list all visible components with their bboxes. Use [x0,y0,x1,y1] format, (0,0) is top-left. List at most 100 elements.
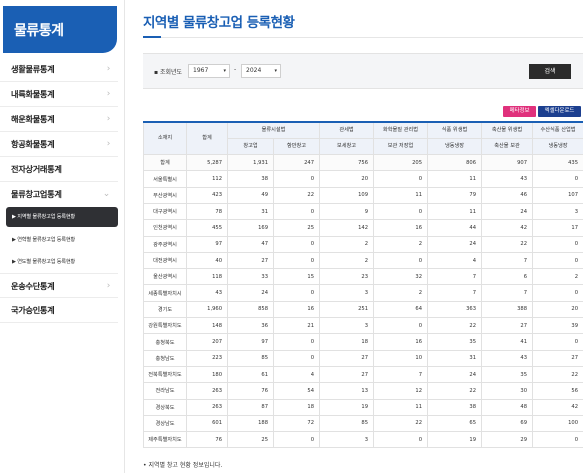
sidebar-item-label: 전자상거래통계 [11,164,62,174]
year-from-select[interactable]: 1967 ▾ [188,64,230,78]
sidebar-item-living-logistics[interactable]: 생활물류통계 › [0,57,118,82]
table-cell-value: 27 [227,251,274,270]
table-cell-value: 43 [481,170,533,188]
table-cell-value: 11 [373,186,428,204]
table-cell-value: 20 [532,300,583,319]
table-cell-value: 47 [227,235,274,253]
range-dash: - [234,66,237,73]
table-cell-value: 12 [373,382,428,400]
table-cell-value: 7 [481,284,533,302]
table-cell-value: 19 [427,431,482,449]
table-cell-value: 76 [186,431,228,449]
table-cell-value: 76 [227,382,274,400]
table-cell-value: 42 [481,219,533,237]
table-cell-value: 65 [427,414,482,433]
table-cell-value: 31 [427,349,482,367]
sidebar-item-label: 내륙화물통계 [11,89,55,99]
table-cell-value: 18 [273,398,320,416]
table-cell-region: 부산광역시 [143,186,187,204]
table-cell-value: 24 [427,365,482,384]
table-cell-value: 39 [532,317,583,335]
table-cell-value: 205 [373,154,428,172]
table-cell-value: 44 [427,219,482,237]
table-cell-region: 울산광역시 [143,268,187,286]
sidebar-item-transport[interactable]: 운송수단통계 › [0,273,118,298]
table-cell-region: 세종특별자치시 [143,284,187,302]
table-cell-region: 경상남도 [143,414,187,433]
table-cell-value: 756 [319,154,374,172]
table-cell-value: 15 [273,268,320,286]
sidebar-item-inland-cargo[interactable]: 내륙화물통계 › [0,82,118,107]
year-to-select[interactable]: 2024 ▾ [241,64,281,78]
table-cell-value: 16 [273,300,320,319]
table-cell-value: 169 [227,219,274,237]
table-cell-value: 22 [481,235,533,253]
chevron-right-icon: › [106,89,111,99]
table-cell-value: 0 [373,251,428,270]
table-cell-value: 2 [319,251,374,270]
table-cell-value: 148 [186,317,228,335]
table-cell-value: 455 [186,219,228,237]
sidebar-subitem-yearly[interactable]: ▶ 연도별 물류창고업 등록현황 [6,252,118,272]
sidebar-item-label: 물류창고업통계 [11,189,62,199]
sidebar-item-air-cargo[interactable]: 항공화물통계 › [0,132,118,157]
table-row: 대전광역시 40 27 0 2 0 4 7 0 [143,251,583,270]
header-livestock-act: 축산물 위생법 [481,120,533,139]
table-cell-value: 9 [319,202,374,221]
title-divider-accent [143,36,161,38]
table-cell-value: 7 [427,268,482,286]
table-cell-value: 0 [273,349,320,367]
table-cell-value: 27 [319,349,374,367]
table-cell-value: 3 [532,202,583,221]
search-panel: ▪ 조회년도 1967 ▾ - 2024 ▾ 검색 [143,53,583,89]
table-row: 전북특별자치도 180 61 4 27 7 24 35 22 [143,365,583,384]
table-cell-value: 423 [186,186,228,204]
search-button[interactable]: 검색 [529,64,571,79]
table-cell-value: 363 [427,300,482,319]
excel-download-button[interactable]: 엑셀다운로드 [538,106,581,117]
header-fishery-act: 수산식품 산업법 [532,120,583,139]
table-cell-value: 0 [373,202,428,221]
header-fishery-cold: 냉동냉장 [532,137,583,156]
sidebar-item-warehouse[interactable]: 물류창고업통계 ⌄ [0,182,118,207]
table-cell-value: 69 [481,414,533,433]
table-cell-value: 78 [186,202,228,221]
sidebar-subitem-regional[interactable]: ▶ 지역별 물류창고업 등록현황 [6,207,118,227]
table-row: 울산광역시 118 33 15 23 32 7 6 2 [143,268,583,286]
header-warehouse: 창고업 [227,137,274,156]
table-cell-value: 388 [481,300,533,319]
table-cell-value: 36 [227,317,274,335]
table-cell-value: 3 [319,317,374,335]
sidebar-item-ecommerce[interactable]: 전자상거래통계 [0,157,118,182]
table-cell-region: 대전광역시 [143,251,187,270]
table-cell-value: 112 [186,170,228,188]
table-row: 광주광역시 97 47 0 2 2 24 22 0 [143,235,583,253]
sidebar-item-national[interactable]: 국가승인통계 [0,298,118,323]
table-cell-value: 0 [373,317,428,335]
table-row: 충청북도 207 97 0 18 16 35 41 0 [143,333,583,351]
meta-info-button[interactable]: 메타정보 [503,106,536,117]
table-row: 경상북도 263 87 18 19 11 38 48 42 [143,398,583,416]
table-cell-value: 27 [319,365,374,384]
page-title: 지역별 물류창고업 등록현황 [143,15,295,31]
table-cell-value: 2 [319,235,374,253]
table-row: 합계 5,287 1,931 247 756 205 806 907 435 [143,154,583,172]
table-cell-value: 0 [273,333,320,351]
title-divider [143,37,583,38]
sidebar-item-marine-cargo[interactable]: 해운화물통계 › [0,107,118,132]
table-cell-value: 0 [273,202,320,221]
sidebar-item-label: 해운화물통계 [11,114,55,124]
chevron-down-icon: ⌄ [102,189,111,199]
table-cell-value: 41 [481,333,533,351]
year-to-value: 2024 [246,67,262,74]
table-cell-value: 907 [481,154,533,172]
table-cell-value: 16 [373,333,428,351]
table-cell-value: 263 [186,398,228,416]
sidebar-subitem-history[interactable]: ▶ 연혁별 물류창고업 등록현황 [6,230,118,250]
table-cell-value: 2 [532,268,583,286]
table-row: 세종특별자치시 43 24 0 3 2 7 7 0 [143,284,583,302]
table-cell-value: 61 [227,365,274,384]
table-cell-value: 4 [273,365,320,384]
header-chemicals-act: 화학물질 관리법 [373,120,428,139]
table-row: 경상남도 601 188 72 85 22 65 69 100 [143,414,583,433]
